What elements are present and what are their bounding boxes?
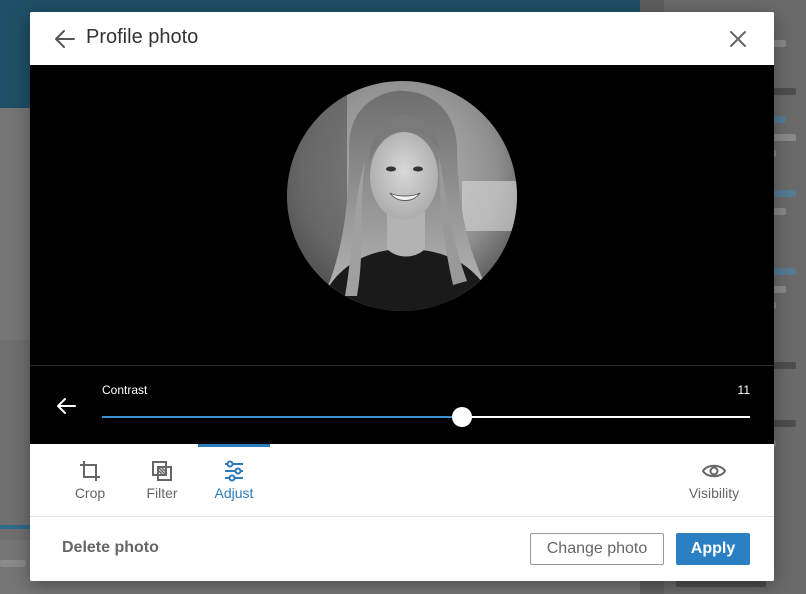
profile-photo-dialog: Profile photo Contrast 11 Crop Filter Ad… <box>30 12 774 581</box>
slider-label: Contrast <box>102 383 148 397</box>
adjust-sliders-icon <box>222 459 246 483</box>
dialog-footer: Delete photo Change photo Apply <box>30 517 774 581</box>
photo-stage <box>30 65 774 365</box>
background-text-line <box>0 560 26 567</box>
adjust-slider-panel: Contrast 11 <box>30 365 774 444</box>
change-photo-button[interactable]: Change photo <box>530 533 664 565</box>
tab-crop[interactable]: Crop <box>54 444 126 516</box>
contrast-slider-thumb[interactable] <box>451 407 472 427</box>
tab-filter-label: Filter <box>146 485 178 501</box>
background-accent <box>0 525 30 529</box>
dialog-header: Profile photo <box>30 12 774 65</box>
tab-adjust[interactable]: Adjust <box>198 444 270 516</box>
profile-photo-preview[interactable] <box>287 81 517 311</box>
contrast-slider-fill <box>102 416 462 418</box>
filter-icon <box>150 459 174 483</box>
tab-crop-label: Crop <box>74 485 106 501</box>
eye-icon <box>701 459 727 483</box>
close-icon[interactable] <box>723 24 753 54</box>
apply-button[interactable]: Apply <box>676 533 750 565</box>
tab-visibility[interactable]: Visibility <box>678 444 750 516</box>
background-text-line <box>676 580 766 587</box>
contrast-slider-track[interactable] <box>102 407 750 427</box>
tab-adjust-label: Adjust <box>214 485 254 501</box>
crop-icon <box>78 459 102 483</box>
slider-back-arrow-icon[interactable] <box>54 394 78 418</box>
photo-tools-bar: Crop Filter Adjust Visibility <box>30 444 774 517</box>
delete-photo-button[interactable]: Delete photo <box>62 539 159 557</box>
dialog-title: Profile photo <box>86 26 199 48</box>
slider-value: 11 <box>737 383 750 397</box>
tab-filter[interactable]: Filter <box>126 444 198 516</box>
tab-visibility-label: Visibility <box>688 485 740 501</box>
back-arrow-icon[interactable] <box>52 26 78 52</box>
